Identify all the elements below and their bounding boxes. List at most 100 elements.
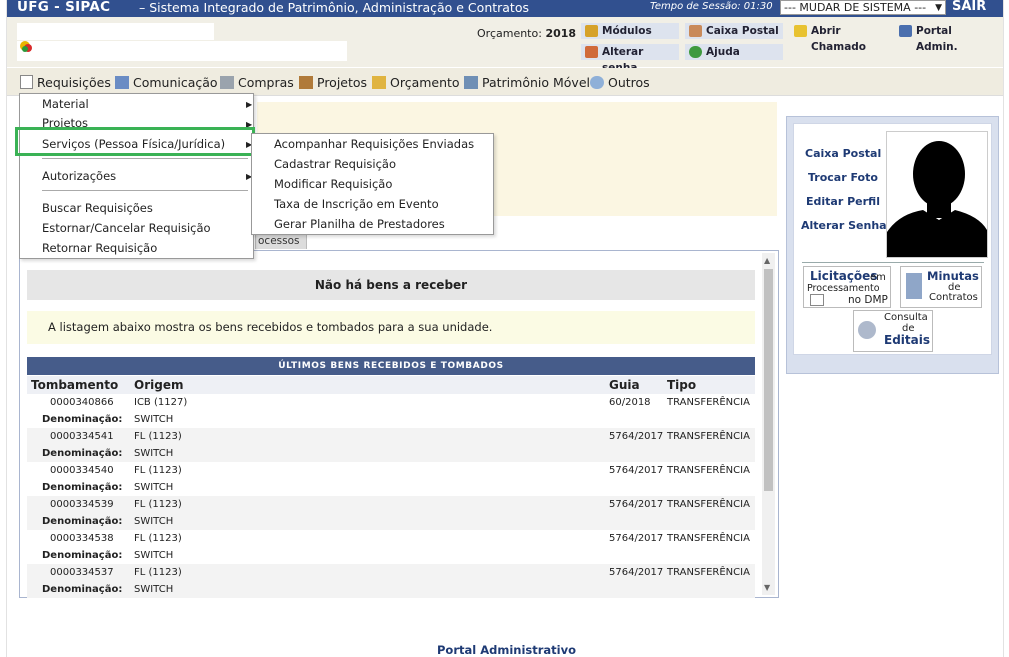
budget-year: 2018 (545, 27, 577, 40)
dropdown-item-material[interactable]: Material (42, 97, 89, 111)
table-row-detail: Denominação: SWITCH (42, 550, 174, 561)
portal-admin-button[interactable]: Portal Admin. (895, 23, 993, 53)
table-title: Últimos Bens recebidos e tombados (27, 357, 755, 375)
coins-icon (372, 76, 386, 89)
table-row-detail: Denominação: SWITCH (42, 482, 174, 493)
servicos-submenu: Acompanhar Requisições Enviadas Cadastra… (251, 133, 494, 235)
user-unit-box (17, 41, 347, 61)
magnifier-icon (858, 321, 876, 339)
app-title: UFG - SIPAC (17, 0, 111, 15)
sidebar-editar-perfil-link[interactable]: Editar Perfil (806, 195, 880, 208)
minutas-button[interactable]: Minutas de Contratos (900, 266, 982, 308)
exit-link[interactable]: SAIR (952, 0, 986, 14)
budget-label: Orçamento: (477, 27, 542, 40)
menu-projetos[interactable]: Projetos (299, 75, 367, 90)
modules-icon (585, 25, 598, 37)
submenu-item-acompanhar[interactable]: Acompanhar Requisições Enviadas (274, 137, 474, 151)
caixa-postal-button[interactable]: Caixa Postal (685, 23, 783, 39)
table-row: 0000340866 ICB (1127) 60/2018 TRANSFERÊN… (50, 397, 750, 408)
table-row-detail: Denominação: SWITCH (27, 581, 755, 598)
abrir-chamado-button[interactable]: Abrir Chamado (790, 23, 890, 53)
table-body: 0000340866 ICB (1127) 60/2018 TRANSFERÊN… (27, 394, 755, 598)
menu-requisicoes[interactable]: Requisições (20, 75, 111, 90)
col-origem: Origem (134, 378, 184, 392)
table-row: 0000334538 FL (1123) 5764/2017 TRANSFERÊ… (50, 533, 750, 544)
document-icon (810, 294, 824, 306)
document-icon (20, 75, 33, 89)
projects-icon (299, 76, 313, 89)
search-icon (590, 76, 604, 89)
ajuda-button[interactable]: Ajuda (685, 44, 783, 60)
chevron-down-icon: ▼ (935, 3, 942, 13)
scroll-up-icon[interactable]: ▲ (764, 256, 770, 265)
page: UFG - SIPAC – Sistema Integrado de Patri… (6, 0, 1004, 657)
ticket-icon (794, 25, 807, 37)
licitacoes-button[interactable]: Licitações em Processamento no DMP (803, 266, 891, 308)
dropdown-item-autorizacoes[interactable]: Autorizações (42, 169, 116, 183)
modulos-button[interactable]: Módulos (581, 23, 679, 39)
tab-processos[interactable]: ocessos (255, 233, 307, 249)
bens-panel: Não há bens a receber A listagem abaixo … (19, 250, 779, 598)
col-tipo: Tipo (667, 378, 697, 392)
alterar-senha-button[interactable]: Alterar senha (581, 44, 679, 74)
cart-icon (220, 76, 234, 89)
user-name-box (17, 23, 214, 40)
menu-comunicacao[interactable]: Comunicação (115, 75, 218, 90)
highlight-outline (15, 127, 255, 156)
sidebar-trocar-foto-link[interactable]: Trocar Foto (808, 171, 878, 184)
table-row: 0000334537 FL (1123) 5764/2017 TRANSFERÊ… (27, 564, 755, 581)
submenu-item-cadastrar[interactable]: Cadastrar Requisição (274, 157, 396, 171)
menu-compras[interactable]: Compras (220, 75, 294, 90)
dropdown-item-estornar[interactable]: Estornar/Cancelar Requisição (42, 221, 211, 235)
table-row-detail: Denominação: SWITCH (42, 414, 174, 425)
app-subtitle: – Sistema Integrado de Patrimônio, Admin… (139, 0, 529, 15)
dropdown-divider (42, 158, 248, 159)
table-row: 0000334540 FL (1123) 5764/2017 TRANSFERÊ… (50, 465, 750, 476)
contract-icon (906, 273, 922, 299)
submenu-item-taxa[interactable]: Taxa de Inscrição em Evento (274, 197, 439, 211)
user-sidebar-inner: Caixa Postal Trocar Foto Editar Perfil A… (793, 123, 992, 355)
menu-outros[interactable]: Outros (590, 75, 650, 90)
book-icon (115, 76, 129, 89)
col-tombamento: Tombamento (31, 378, 119, 392)
computer-icon (464, 76, 478, 89)
header-area: Orçamento: 2018 Módulos Caixa Postal Abr… (7, 17, 1003, 74)
system-select-value: --- MUDAR DE SISTEMA --- (784, 1, 927, 14)
user-photo (886, 131, 988, 258)
submenu-item-gerar[interactable]: Gerar Planilha de Prestadores (274, 217, 445, 231)
submenu-item-modificar[interactable]: Modificar Requisição (274, 177, 392, 191)
user-sidebar: Caixa Postal Trocar Foto Editar Perfil A… (786, 116, 999, 374)
table-row: 0000334539 FL (1123) 5764/2017 TRANSFERÊ… (27, 496, 755, 513)
table-row-detail: Denominação: SWITCH (27, 513, 755, 530)
menu-orcamento[interactable]: Orçamento (372, 75, 460, 90)
sidebar-divider (802, 262, 984, 263)
scroll-thumb[interactable] (764, 269, 773, 491)
dropdown-item-buscar[interactable]: Buscar Requisições (42, 201, 153, 215)
panel-scrollbar[interactable]: ▲ ▼ (762, 253, 775, 595)
budget-info: Orçamento: 2018 (477, 27, 576, 40)
system-select[interactable]: --- MUDAR DE SISTEMA --- ▼ (780, 0, 946, 15)
scroll-down-icon[interactable]: ▼ (764, 583, 770, 592)
main-menu-bar: Requisições Comunicação Compras Projetos… (7, 68, 1003, 96)
submenu-arrow-icon: ▶ (246, 100, 253, 109)
user-key-icon (585, 46, 598, 58)
session-timer: Tempo de Sessão: 01:30 (650, 1, 773, 12)
sidebar-alterar-senha-link[interactable]: Alterar Senha (801, 219, 887, 232)
consulta-editais-button[interactable]: Consulta de Editais (853, 310, 933, 352)
portal-icon (899, 25, 912, 37)
menu-patrimonio-movel[interactable]: Patrimônio Móvel (464, 75, 590, 90)
help-icon (689, 46, 702, 58)
sidebar-caixa-postal-link[interactable]: Caixa Postal (805, 147, 881, 160)
ufg-logo-icon (20, 41, 32, 52)
user-silhouette-icon (887, 132, 987, 257)
info-message: A listagem abaixo mostra os bens recebid… (27, 311, 755, 344)
col-guia: Guia (609, 378, 640, 392)
no-bens-message: Não há bens a receber (27, 270, 755, 300)
dropdown-item-projetos[interactable]: Projetos (42, 116, 88, 127)
requisicoes-dropdown: Material ▶ Projetos ▶ Serviços (Pessoa F… (19, 93, 254, 259)
top-bar: UFG - SIPAC – Sistema Integrado de Patri… (7, 0, 1003, 17)
dropdown-item-retornar[interactable]: Retornar Requisição (42, 241, 157, 255)
mailbox-icon (689, 25, 702, 37)
footer-portal-link[interactable]: Portal Administrativo (437, 643, 576, 657)
table-row-detail: Denominação: SWITCH (27, 445, 755, 462)
